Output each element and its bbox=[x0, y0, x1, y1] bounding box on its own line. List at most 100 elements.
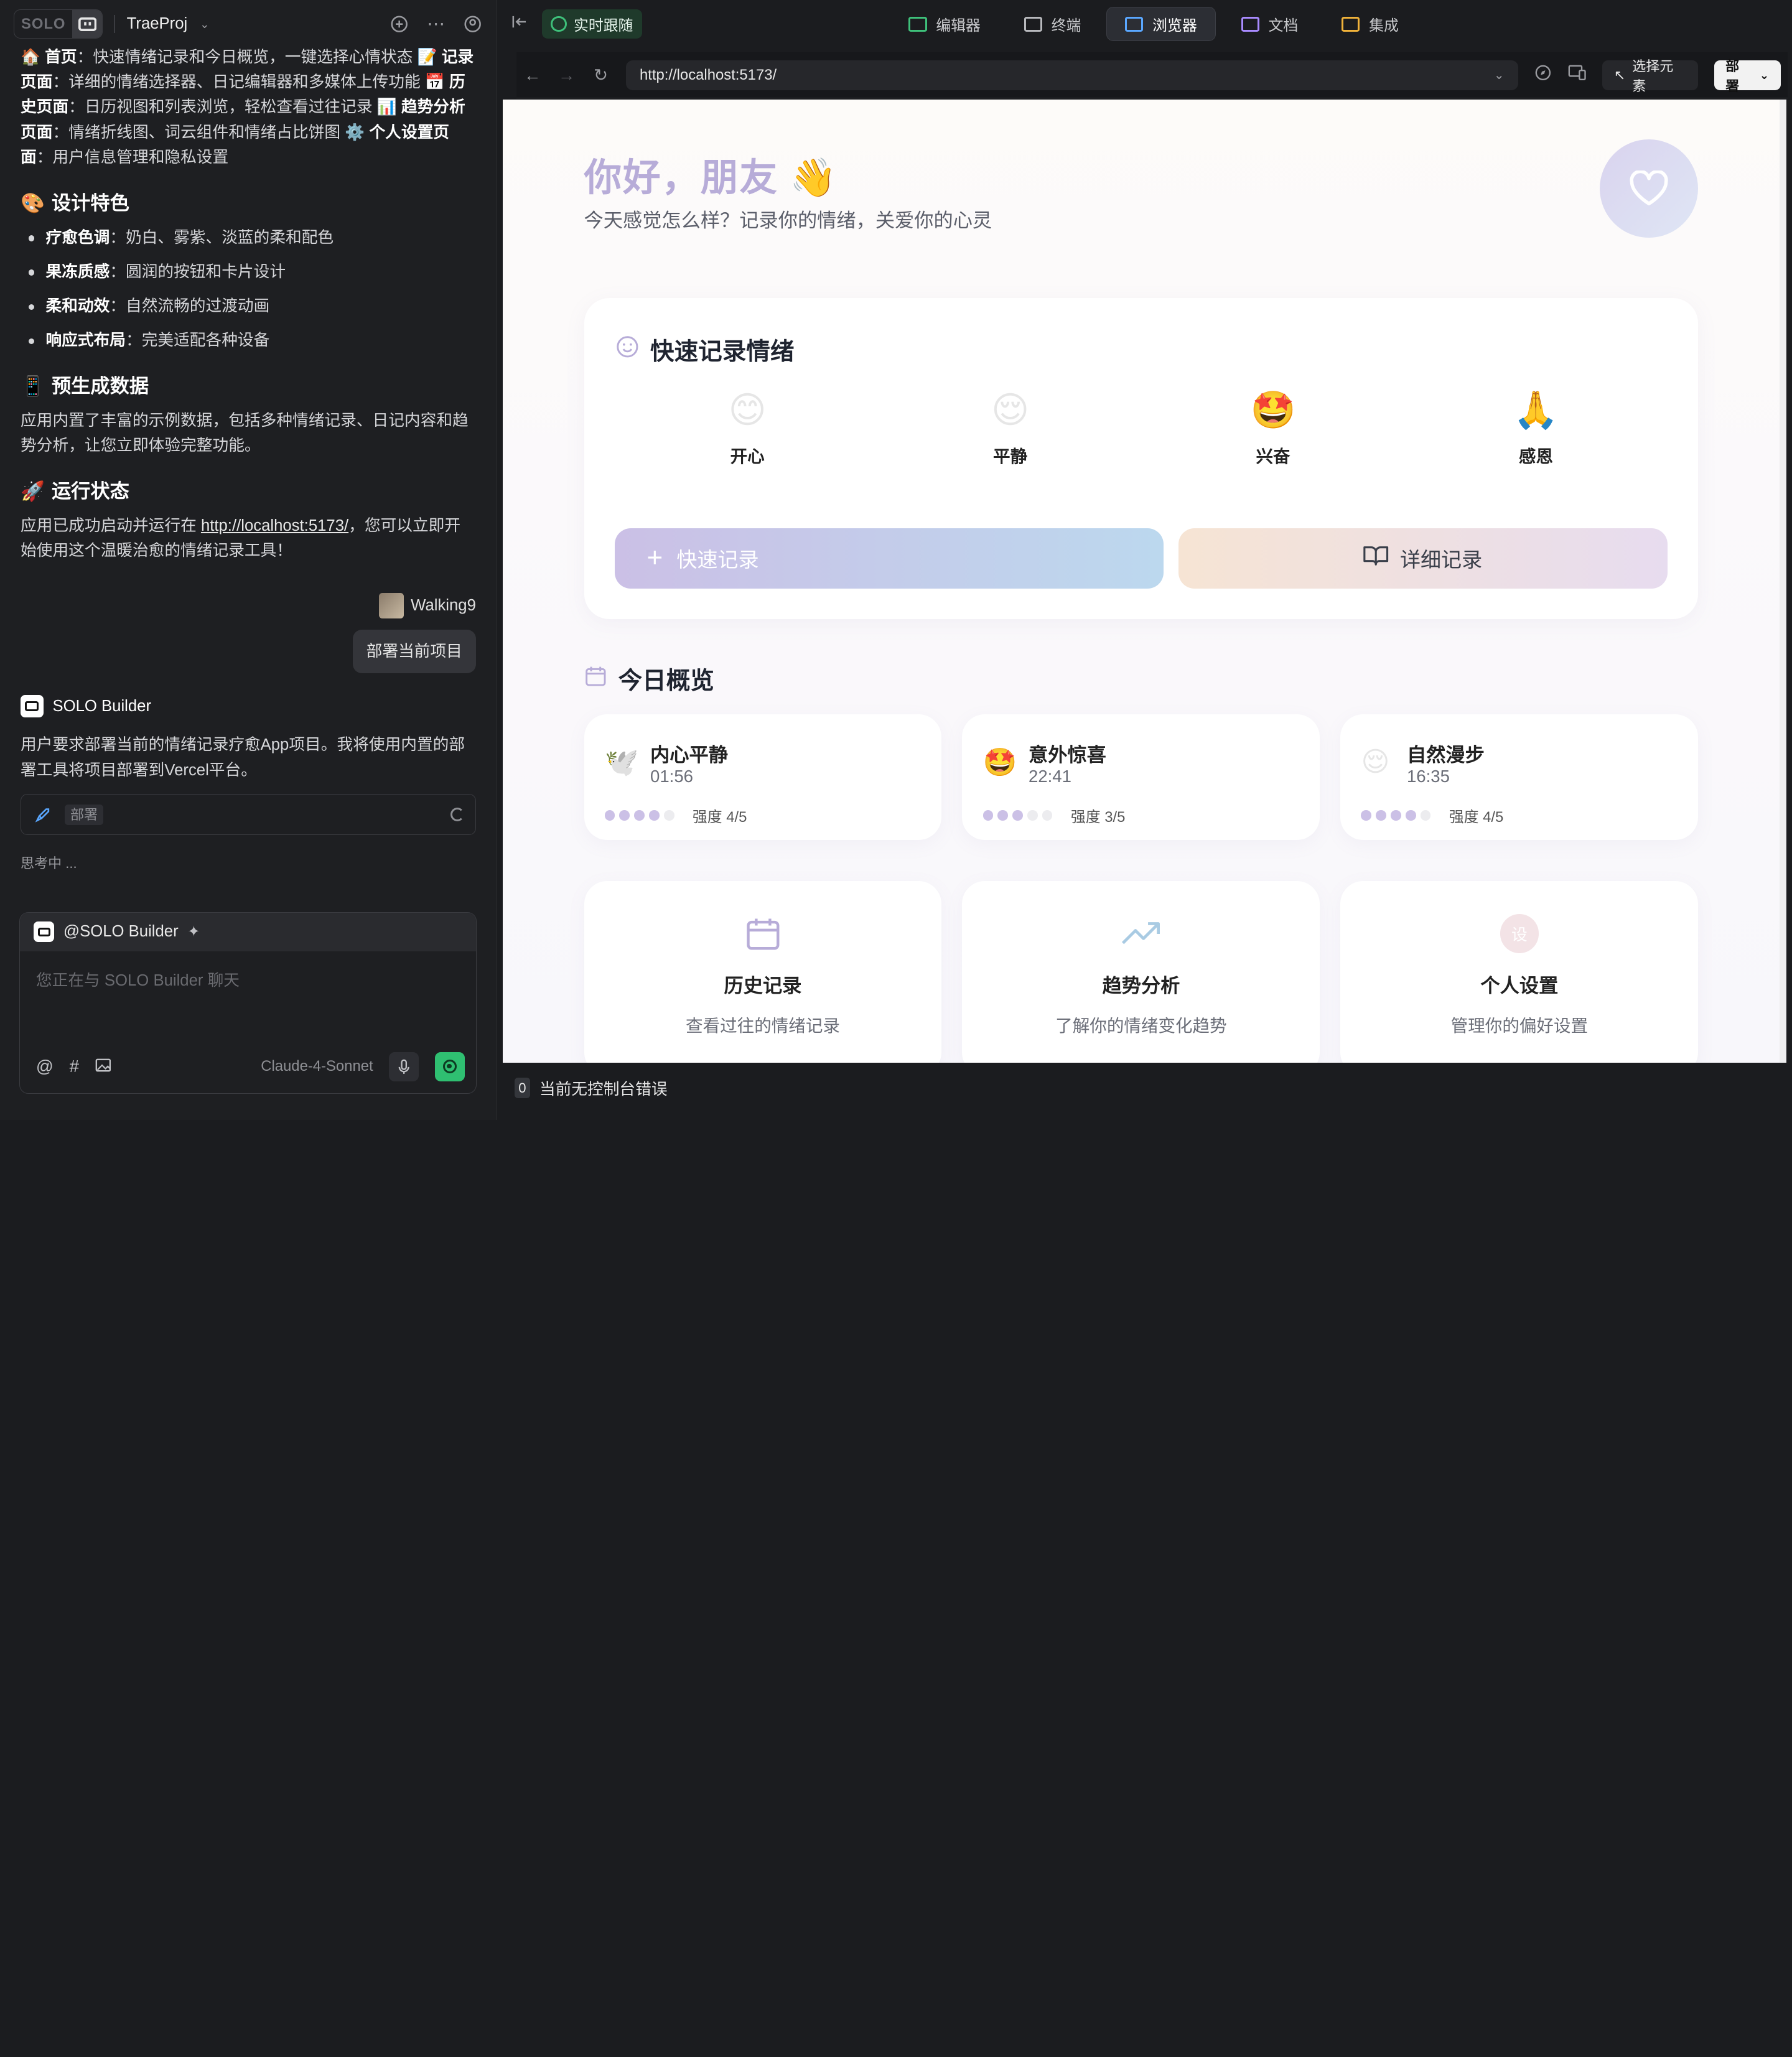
loading-spinner-icon bbox=[450, 808, 464, 822]
deploy-tool-call[interactable]: 部署 bbox=[21, 794, 476, 836]
quick-record-button[interactable]: + 快速记录 bbox=[615, 528, 1164, 589]
data-paragraph: 应用内置了丰富的示例数据，包括多种情绪记录、日记内容和趋势分析，让您立即体验完整… bbox=[21, 411, 469, 455]
address-bar[interactable]: http://localhost:5173/ ⌄ bbox=[625, 60, 1518, 90]
collapse-panel-icon[interactable] bbox=[512, 15, 528, 33]
image-icon[interactable] bbox=[95, 1056, 111, 1076]
tab-docs[interactable]: 文档 bbox=[1223, 7, 1317, 41]
chat-messages: 🏠 首页：快速情绪记录和今日概览，一键选择心情状态 📝 记录页面：详细的情绪选择… bbox=[0, 45, 497, 877]
emotion-calm[interactable]: 😌 平静 bbox=[879, 388, 1141, 467]
feature-desc: ：情绪折线图、词云组件和情绪占比饼图 bbox=[52, 123, 345, 141]
excited-emoji-icon: 🤩 bbox=[1250, 389, 1296, 431]
tab-label: 集成 bbox=[1369, 17, 1399, 35]
solo-logo[interactable]: SOLO bbox=[14, 9, 103, 39]
hash-icon[interactable]: # bbox=[70, 1056, 79, 1076]
tab-browser[interactable]: 浏览器 bbox=[1106, 7, 1216, 42]
thinking-status: 思考中 ... bbox=[21, 856, 77, 872]
account-icon[interactable] bbox=[462, 14, 483, 34]
composer-target[interactable]: @SOLO Builder ✦ bbox=[20, 912, 476, 952]
feature-icon: 🏠 bbox=[21, 48, 41, 66]
book-icon bbox=[1363, 545, 1389, 571]
overview-card[interactable]: 🤩 意外惊喜 22:41 强度 3/5 bbox=[962, 714, 1320, 840]
nav-card-title: 个人设置 bbox=[1480, 975, 1559, 997]
editor-icon bbox=[908, 16, 927, 32]
view-tabs: 编辑器 终端 浏览器 文档 集成 bbox=[890, 7, 1417, 42]
detail-record-button[interactable]: 详细记录 bbox=[1178, 528, 1668, 589]
scrollbar[interactable] bbox=[1779, 99, 1786, 1063]
nav-card-desc: 查看过往的情绪记录 bbox=[686, 1016, 840, 1036]
emotion-grateful[interactable]: 🙏 感恩 bbox=[1404, 388, 1667, 467]
feature-desc: ：详细的情绪选择器、日记编辑器和多媒体上传功能 bbox=[52, 73, 425, 91]
mention-icon[interactable]: @ bbox=[36, 1056, 54, 1076]
tools-icon: ✦ bbox=[187, 923, 200, 941]
forward-arrow-icon[interactable]: → bbox=[558, 65, 576, 85]
phone-icon: 📱 bbox=[21, 375, 45, 397]
overview-card[interactable]: 😌 自然漫步 16:35 强度 4/5 bbox=[1340, 714, 1699, 840]
chevron-down-icon[interactable]: ⌄ bbox=[1494, 67, 1505, 83]
solo-logo-text: SOLO bbox=[21, 15, 66, 32]
back-arrow-icon[interactable]: ← bbox=[523, 65, 541, 85]
smile-icon bbox=[616, 335, 639, 365]
heart-icon[interactable] bbox=[1600, 139, 1699, 238]
select-element-button[interactable]: ↖ 选择元素 bbox=[1602, 58, 1699, 94]
feature-desc: ：用户信息管理和隐私设置 bbox=[36, 149, 229, 167]
tab-integrations[interactable]: 集成 bbox=[1323, 7, 1417, 41]
browser-icon bbox=[1125, 16, 1144, 32]
chat-composer: @SOLO Builder ✦ 您正在与 SOLO Builder 聊天 @ #… bbox=[19, 912, 477, 1094]
feature-desc: ：快速情绪记录和今日概览，一键选择心情状态 bbox=[77, 48, 418, 66]
chat-input[interactable]: 您正在与 SOLO Builder 聊天 bbox=[20, 951, 476, 1006]
workspace-toolbar: 实时跟随 编辑器 终端 浏览器 文档 集成 bbox=[498, 0, 1792, 48]
strength-label: 强度 4/5 bbox=[692, 809, 747, 826]
model-selector[interactable]: Claude-4-Sonnet bbox=[261, 1058, 373, 1075]
settings-card[interactable]: 设个人设置 管理你的偏好设置 bbox=[1340, 881, 1699, 1063]
strength-label: 强度 4/5 bbox=[1449, 809, 1504, 826]
tab-editor[interactable]: 编辑器 bbox=[890, 7, 999, 41]
overview-time: 22:41 bbox=[1029, 767, 1071, 786]
overview-card[interactable]: 🕊️ 内心平静 01:56 强度 4/5 bbox=[584, 714, 942, 840]
localhost-link[interactable]: http://localhost:5173/ bbox=[201, 517, 348, 534]
strength-dot bbox=[1406, 810, 1416, 821]
reload-icon[interactable]: ↻ bbox=[592, 65, 610, 85]
overview-time: 16:35 bbox=[1406, 767, 1450, 786]
user-message: 部署当前项目 bbox=[21, 629, 476, 673]
tool-label: 部署 bbox=[64, 804, 104, 825]
divider bbox=[114, 14, 116, 34]
bot-name: SOLO Builder bbox=[52, 697, 152, 715]
project-switcher[interactable]: TraeProj ⌄ bbox=[127, 14, 215, 34]
quick-record-title: 快速记录情绪 bbox=[650, 338, 795, 366]
strength-meter: 强度 4/5 bbox=[604, 805, 747, 826]
calm-emoji-icon: 😌 bbox=[991, 389, 1030, 431]
strength-dot bbox=[649, 810, 660, 821]
overview-title: 今日概览 bbox=[618, 668, 714, 695]
nav-card-title: 历史记录 bbox=[724, 975, 802, 997]
emotion-excited[interactable]: 🤩 兴奋 bbox=[1142, 388, 1404, 467]
responsive-view-icon[interactable] bbox=[1568, 65, 1587, 85]
bot-message: 用户要求部署当前的情绪记录疗愈App项目。我将使用内置的部署工具将项目部署到Ve… bbox=[21, 736, 465, 779]
quick-record-card: 快速记录情绪 😊 开心 😌 平静 🤩 兴奋 🙏 感恩 + 快速记录 详细记录 bbox=[584, 298, 1699, 620]
list-item: 柔和动效：自然流畅的过渡动画 bbox=[21, 294, 476, 319]
palette-icon: 🎨 bbox=[21, 192, 45, 214]
deploy-button[interactable]: 部署 ⌄ bbox=[1714, 58, 1781, 94]
new-chat-icon[interactable] bbox=[389, 14, 409, 34]
overview-title: 意外惊喜 bbox=[1029, 744, 1106, 767]
strength-dot bbox=[634, 810, 645, 821]
live-follow-toggle[interactable]: 实时跟随 bbox=[541, 9, 643, 39]
compass-icon[interactable] bbox=[1534, 65, 1552, 85]
overview-title: 自然漫步 bbox=[1406, 744, 1485, 767]
design-item-desc: ：奶白、雾紫、淡蓝的柔和配色 bbox=[110, 228, 334, 246]
more-icon[interactable]: ⋯ bbox=[426, 14, 446, 34]
overview-title: 内心平静 bbox=[650, 744, 728, 767]
console-text: 当前无控制台错误 bbox=[539, 1081, 668, 1099]
strength-dot bbox=[1420, 810, 1431, 821]
feature-icon: 📅 bbox=[424, 73, 445, 91]
send-button[interactable] bbox=[434, 1052, 465, 1082]
microphone-icon[interactable] bbox=[389, 1052, 419, 1082]
terminal-icon bbox=[1024, 16, 1042, 32]
quick-record-heading: 快速记录情绪 bbox=[616, 332, 794, 367]
emotion-happy[interactable]: 😊 开心 bbox=[616, 388, 879, 467]
history-card[interactable]: 历史记录查看过往的情绪记录 bbox=[584, 881, 942, 1063]
strength-dot bbox=[1391, 810, 1401, 821]
workspace: 实时跟随 编辑器 终端 浏览器 文档 集成 ← → ↻ http://localhost… bbox=[498, 0, 1792, 1120]
tab-terminal[interactable]: 终端 bbox=[1006, 7, 1099, 41]
user-header: Walking9 bbox=[21, 593, 476, 618]
trends-card[interactable]: 趋势分析 了解你的情绪变化趋势 bbox=[962, 881, 1320, 1063]
